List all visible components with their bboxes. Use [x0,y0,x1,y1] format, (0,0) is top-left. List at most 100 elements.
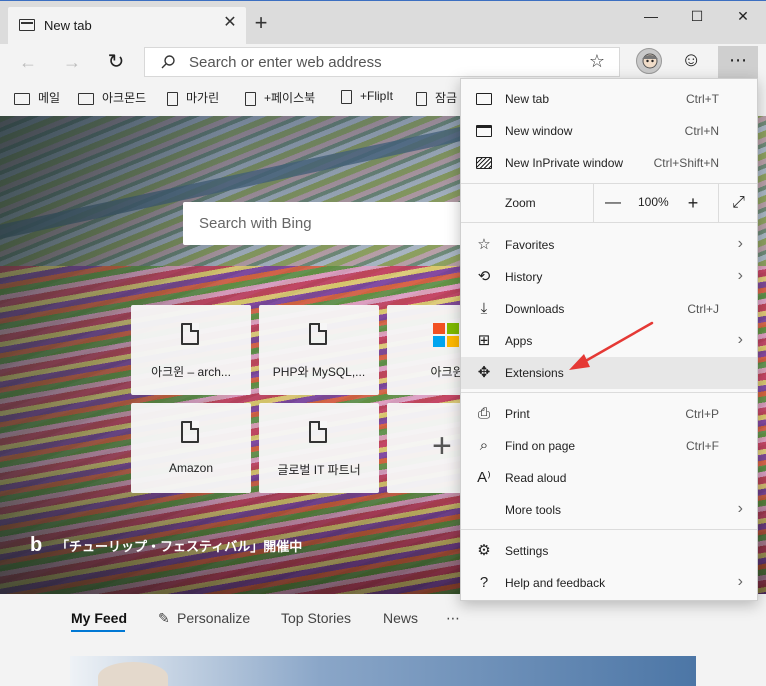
tile-label: 글로벌 IT 파트너 [277,463,361,477]
tab-personalize[interactable]: Personalize [177,610,250,626]
menu-label: Settings [505,544,549,558]
bing-search-placeholder: Search with Bing [199,215,312,232]
menu-label: Apps [505,334,533,348]
address-bar[interactable]: Search or enter web address ☆ [144,47,620,77]
tab-new-tab[interactable]: New tab ✕ [8,7,246,45]
favorite-star-icon[interactable]: ☆ [589,51,605,72]
page-icon [416,91,427,106]
menu-item-favorites[interactable]: ☆ Favorites › [461,229,757,261]
tab-top-stories[interactable]: Top Stories [281,610,351,626]
menu-item-history[interactable]: ⟲ History › [461,261,757,293]
favorite-label: 메일 [38,91,61,105]
menu-label: Find on page [505,439,576,453]
menu-item-find-on-page[interactable]: ⌕ Find on page Ctrl+F [461,430,757,462]
favorite-label: +페이스북 [264,91,316,105]
personalize-pencil-icon: ✎ [158,610,170,626]
favorite-item-facebook[interactable]: +페이스북 [245,89,315,107]
tile-label: 아크윈 – arch... [151,365,231,379]
history-icon: ⟲ [477,268,491,285]
feed-more-icon[interactable]: ⋯ [446,610,460,627]
top-site-tile[interactable]: 글로벌 IT 파트너 [259,403,379,493]
tab-page-icon [19,19,35,31]
favorite-item-margarine[interactable]: 마가린 [167,89,219,107]
page-icon [245,91,256,106]
menu-item-extensions[interactable]: ✥ Extensions [461,357,757,389]
windows-logo-icon [433,323,459,347]
chevron-right-icon: › [737,235,743,252]
add-icon: + [432,427,452,465]
menu-item-read-aloud[interactable]: A⁾ Read aloud [461,462,757,494]
menu-label: History [505,270,543,284]
menu-item-print[interactable]: ⎙ Print Ctrl+P [461,398,757,430]
star-icon: ☆ [477,236,491,253]
menu-item-new-inprivate-window[interactable]: New InPrivate window Ctrl+Shift+N [461,147,757,179]
navigation-bar: ← → ↻ Search or enter web address ☆ ☺ ⋯ [0,44,766,80]
find-icon: ⌕ [479,437,489,454]
forward-button[interactable]: → [58,48,86,76]
favorite-label: 마가린 [186,91,220,105]
chevron-right-icon: › [737,500,743,517]
top-site-tile[interactable]: PHP와 MySQL,... [259,305,379,395]
back-button[interactable]: ← [14,48,42,76]
profile-avatar[interactable] [636,48,662,74]
menu-item-new-tab[interactable]: New tab Ctrl+T [461,83,757,115]
menu-item-apps[interactable]: ⊞ Apps › [461,325,757,357]
menu-shortcut: Ctrl+F [686,439,719,453]
feedback-smiley-icon[interactable]: ☺ [681,49,701,72]
page-icon [181,323,199,345]
news-feed: My Feed ✎ Personalize Top Stories News ⋯ [0,594,766,686]
menu-label: New window [505,124,573,138]
chevron-right-icon: › [737,267,743,284]
page-icon [181,421,199,443]
settings-more-button[interactable]: ⋯ [718,46,758,78]
tab-my-feed[interactable]: My Feed [71,610,127,626]
zoom-out-button[interactable]: — [602,192,624,214]
tile-label: PHP와 MySQL,... [272,365,366,379]
menu-shortcut: Ctrl+J [687,302,719,316]
menu-item-help-and-feedback[interactable]: ? Help and feedback › [461,567,757,599]
menu-item-downloads[interactable]: ⤓ Downloads Ctrl+J [461,293,757,325]
top-site-tile[interactable]: Amazon [131,403,251,493]
tab-close-icon[interactable]: ✕ [222,15,238,31]
menu-label: Read aloud [505,471,567,485]
bing-search-box[interactable]: Search with Bing [183,202,483,245]
menu-label: New tab [505,92,550,106]
chevron-right-icon: › [737,331,743,348]
favorite-item-lock[interactable]: 잠금 [416,89,457,107]
title-bar: New tab ✕ + — ☐ ✕ [0,0,766,45]
zoom-control: Zoom — 100% + ⤢ [461,184,757,222]
zoom-in-button[interactable]: + [682,192,704,214]
image-caption[interactable]: 「チューリップ・フェスティバル」開催中 [56,536,302,555]
fullscreen-icon[interactable]: ⤢ [718,184,758,222]
puzzle-icon: ✥ [477,364,491,381]
read-aloud-icon: A⁾ [477,469,491,486]
inprivate-icon [475,154,493,172]
menu-separator [461,529,757,530]
tile-label: Amazon [168,461,214,475]
close-window-button[interactable]: ✕ [720,5,766,27]
refresh-button[interactable]: ↻ [102,48,130,76]
menu-separator [461,222,757,223]
maximize-button[interactable]: ☐ [674,5,720,27]
zoom-level: 100% [638,195,669,209]
feed-card-image[interactable] [70,656,696,686]
favorite-item-mail[interactable]: 메일 [14,89,60,107]
menu-shortcut: Ctrl+N [684,124,719,138]
zoom-label: Zoom [505,196,536,210]
page-icon [309,421,327,443]
favorite-item-arkmond[interactable]: 아크몬드 [78,89,146,107]
menu-shortcut: Ctrl+P [685,407,719,421]
apps-icon: ⊞ [477,332,491,349]
address-placeholder: Search or enter web address [189,54,382,71]
menu-label: Downloads [505,302,565,316]
printer-icon: ⎙ [477,405,490,422]
favorite-item-flipit[interactable]: +FlipIt [341,89,393,107]
minimize-button[interactable]: — [628,5,674,27]
folder-icon [14,92,30,105]
menu-item-settings[interactable]: ⚙ Settings [461,535,757,567]
menu-item-new-window[interactable]: New window Ctrl+N [461,115,757,147]
top-site-tile[interactable]: 아크윈 – arch... [131,305,251,395]
new-tab-button[interactable]: + [250,12,272,35]
tab-news[interactable]: News [383,610,418,626]
menu-item-more-tools[interactable]: More tools › [461,494,757,526]
